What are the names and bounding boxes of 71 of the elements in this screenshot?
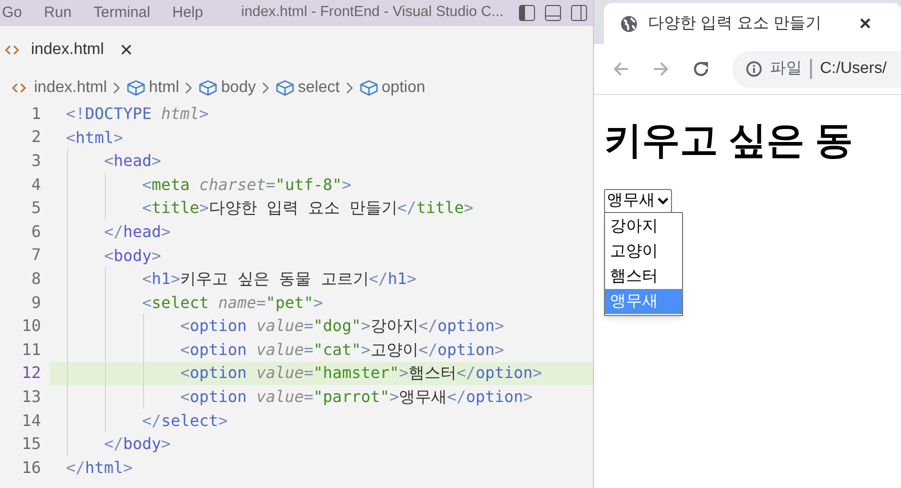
line-number: 15 xyxy=(20,433,42,456)
browser-tab[interactable]: 다양한 입력 요소 만들기 × xyxy=(604,3,901,44)
reload-icon[interactable] xyxy=(692,60,710,78)
code-line: <select name="pet"> xyxy=(50,290,593,314)
cube-icon xyxy=(126,80,145,96)
code-line: </head> xyxy=(50,220,593,244)
menu-item[interactable]: Run xyxy=(44,2,72,24)
breadcrumb-item[interactable]: html xyxy=(148,76,180,100)
menu-item[interactable]: Help xyxy=(172,2,204,24)
chevron-icon xyxy=(185,82,194,94)
sidebar-toggle-icon[interactable] xyxy=(518,4,536,22)
chevron-icon xyxy=(346,82,354,94)
breadcrumb-item[interactable]: body xyxy=(221,76,256,100)
line-number: 10 xyxy=(20,315,42,338)
line-number: 14 xyxy=(20,410,42,432)
dropdown-option[interactable]: 강아지 xyxy=(605,214,682,239)
chevron-icon xyxy=(112,82,121,94)
code-line: <option value="dog">강아지</option> xyxy=(50,314,593,338)
code-line: <html> xyxy=(65,126,124,149)
code-line: <head> xyxy=(50,149,593,173)
line-number: 1 xyxy=(30,102,42,125)
line-number: 8 xyxy=(30,268,42,290)
code-line: <!DOCTYPE html> xyxy=(65,102,210,125)
code-line: <body> xyxy=(50,244,593,268)
tab-title: 다양한 입력 요소 만들기 xyxy=(648,14,822,34)
info-icon xyxy=(746,61,762,77)
url-text: C:/Users/ xyxy=(820,59,887,79)
code-file-icon xyxy=(12,82,26,94)
dropdown-option[interactable]: 고양이 xyxy=(605,239,682,264)
chevron-down-icon xyxy=(657,197,669,205)
editor-tab[interactable]: index.html × xyxy=(5,26,133,74)
line-number: 13 xyxy=(20,386,42,408)
globe-icon xyxy=(620,14,638,32)
line-number: 3 xyxy=(30,150,42,172)
window-title: index.html - FrontEnd - Visual Studio C... xyxy=(241,3,504,22)
code-line: <title>다양한 입력 요소 만들기</title> xyxy=(50,196,593,220)
split-layout-icon[interactable] xyxy=(570,4,588,22)
code-line: <meta charset="utf-8"> xyxy=(50,172,593,196)
line-number: 6 xyxy=(30,220,42,243)
chevron-icon xyxy=(262,82,270,94)
line-number: 11 xyxy=(20,338,42,361)
line-number: 16 xyxy=(20,456,42,479)
code-file-icon xyxy=(5,44,19,56)
scheme-label: 파일 xyxy=(770,59,802,79)
cube-icon xyxy=(276,80,294,96)
code-line: <h1>키우고 싶은 동물 고르기</h1> xyxy=(50,267,593,291)
close-icon[interactable]: × xyxy=(859,8,872,38)
line-number: 4 xyxy=(30,174,42,196)
line-number: 5 xyxy=(30,197,42,220)
breadcrumb-item[interactable]: index.html xyxy=(34,76,107,100)
page-heading: 키우고 싶은 동 xyxy=(604,119,854,163)
panel-toggle-icon[interactable] xyxy=(544,4,562,22)
breadcrumb-item[interactable]: option xyxy=(382,76,426,100)
breadcrumb-item[interactable]: select xyxy=(298,76,340,100)
code-line: </select> xyxy=(50,408,593,432)
code-line: <option value="cat">고양이</option> xyxy=(50,338,593,362)
cube-icon xyxy=(199,80,218,96)
code-line: </body> xyxy=(50,432,593,456)
dropdown-option[interactable]: 햄스터 xyxy=(605,264,682,289)
line-number: 2 xyxy=(30,126,42,148)
line-number: 9 xyxy=(30,292,42,314)
line-number: 7 xyxy=(30,244,42,266)
code-line: <option value="parrot">앵무새</option> xyxy=(50,385,593,409)
code-line: </html> xyxy=(65,456,134,479)
address-bar[interactable]: 파일 C:/Users/ xyxy=(732,50,901,88)
cube-icon xyxy=(360,80,378,96)
menu-item[interactable]: Go xyxy=(2,2,22,24)
dropdown-option[interactable]: 앵무새 xyxy=(605,289,682,314)
line-number: 12 xyxy=(20,362,42,384)
menu-item[interactable]: Terminal xyxy=(94,2,150,24)
close-icon[interactable]: × xyxy=(120,39,133,61)
